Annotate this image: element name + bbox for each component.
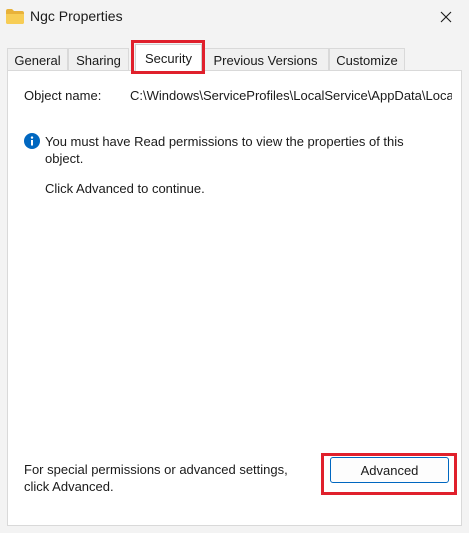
close-icon (440, 11, 452, 23)
tab-general[interactable]: General (7, 48, 68, 71)
special-permissions-text: For special permissions or advanced sett… (24, 462, 288, 494)
tab-customize[interactable]: Customize (329, 48, 405, 71)
object-name-label: Object name: (24, 88, 102, 103)
permission-message: You must have Read permissions to view t… (45, 134, 404, 166)
tab-strip: General Sharing Security Previous Versio… (7, 44, 462, 71)
tab-security[interactable]: Security (135, 44, 202, 71)
tab-sharing[interactable]: Sharing (68, 48, 129, 71)
title-bar: Ngc Properties (0, 0, 469, 36)
close-button[interactable] (423, 0, 469, 34)
security-panel: Object name: C:\Windows\ServiceProfiles\… (7, 70, 462, 526)
folder-icon (6, 9, 24, 24)
object-name-value[interactable]: C:\Windows\ServiceProfiles\LocalService\… (130, 88, 452, 103)
window-title: Ngc Properties (30, 8, 123, 24)
properties-dialog: Ngc Properties General Sharing Security … (0, 0, 469, 533)
tab-previous-versions[interactable]: Previous Versions (202, 48, 329, 71)
continue-message: Click Advanced to continue. (45, 181, 205, 196)
info-icon (24, 133, 40, 149)
advanced-button[interactable]: Advanced (330, 457, 449, 483)
